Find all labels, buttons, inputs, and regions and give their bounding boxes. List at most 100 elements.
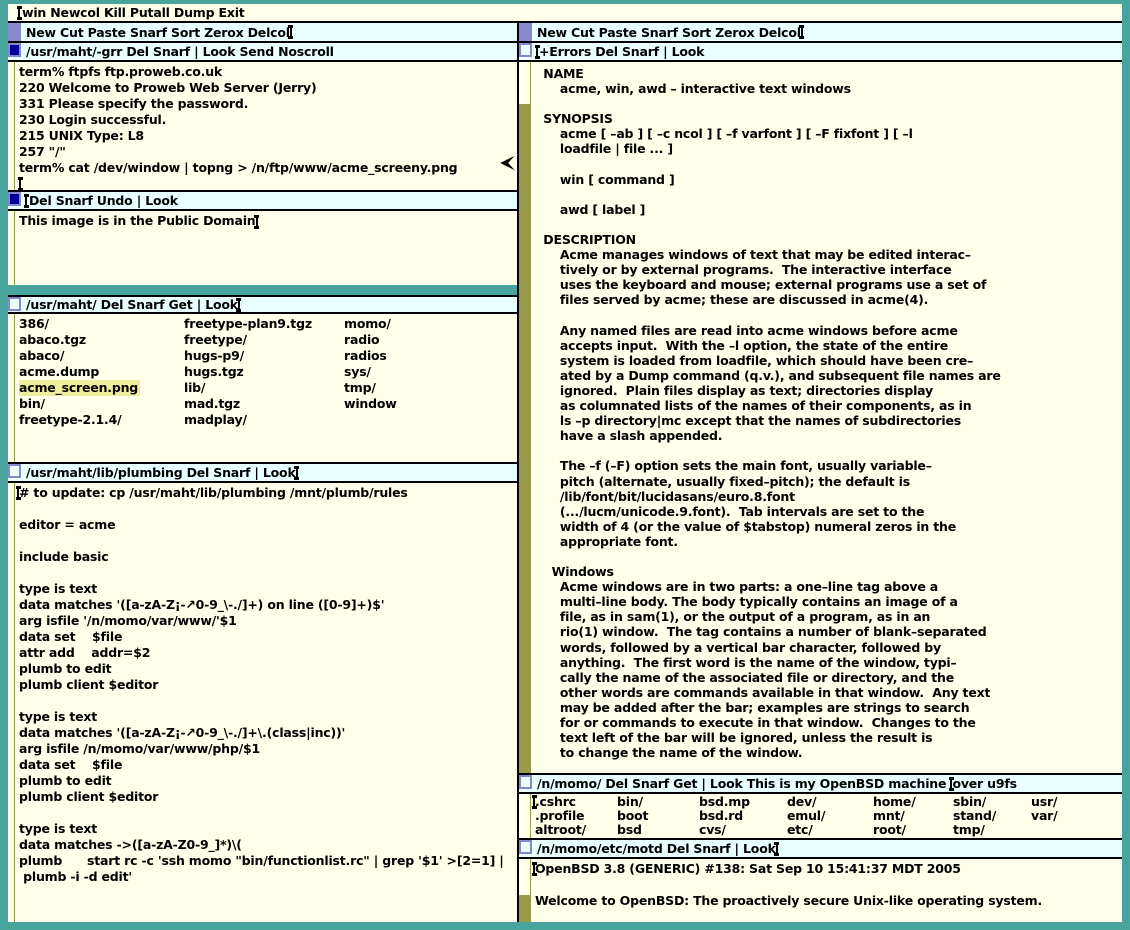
main-tag-commands[interactable]: win Newcol Kill Putall Dump Exit bbox=[22, 5, 245, 20]
file-entry[interactable]: boot bbox=[617, 809, 699, 823]
text-caret bbox=[533, 863, 535, 875]
left-column: New Cut Paste Snarf Sort Zerox Delcol /u… bbox=[8, 23, 517, 922]
text-caret bbox=[256, 216, 258, 228]
file-entry[interactable]: bsd bbox=[617, 823, 699, 837]
file-entry[interactable]: window bbox=[344, 396, 397, 412]
motd-text[interactable]: OpenBSD 3.8 (GENERIC) #138: Sat Sep 10 1… bbox=[531, 859, 1122, 922]
scrollbar[interactable] bbox=[8, 483, 15, 922]
main-tag[interactable]: win Newcol Kill Putall Dump Exit bbox=[8, 4, 1122, 23]
window-body-motd[interactable]: OpenBSD 3.8 (GENERIC) #138: Sat Sep 10 1… bbox=[519, 859, 1122, 922]
file-entry[interactable]: bsd.mp bbox=[699, 795, 787, 809]
file-entry[interactable]: 386/ bbox=[19, 316, 184, 332]
file-entry[interactable]: mad.tgz bbox=[184, 396, 344, 412]
file-entry[interactable]: bsd.rd bbox=[699, 809, 787, 823]
text-caret bbox=[776, 843, 778, 855]
file-entry[interactable]: hugs.tgz bbox=[184, 364, 344, 380]
clean-indicator-button[interactable] bbox=[519, 775, 532, 789]
column-drag-button[interactable] bbox=[8, 23, 21, 41]
window-tag-momo-dir[interactable]: /n/momo/ Del Snarf Get | Look This is my… bbox=[519, 775, 1122, 794]
dirty-indicator-button[interactable] bbox=[8, 43, 21, 57]
window-tag-text[interactable]: /n/momo/etc/motd Del Snarf | Look bbox=[537, 841, 776, 856]
file-entry[interactable]: altroot/ bbox=[535, 823, 617, 837]
file-entry[interactable]: radio bbox=[344, 332, 397, 348]
file-entry[interactable]: dev/ bbox=[787, 795, 873, 809]
file-entry[interactable]: momo/ bbox=[344, 316, 397, 332]
plumbing-rules-text[interactable]: # to update: cp /usr/maht/lib/plumbing /… bbox=[15, 483, 517, 922]
window-tag-text[interactable]: /usr/maht/ Del Snarf Get | Look bbox=[26, 297, 238, 312]
file-entry[interactable]: abaco.tgz bbox=[19, 332, 184, 348]
clean-indicator-button[interactable] bbox=[519, 840, 532, 854]
window-tag-text[interactable]: over u9fs bbox=[952, 776, 1016, 791]
scrollbar[interactable] bbox=[519, 794, 531, 838]
window-tag-terminal[interactable]: /usr/maht/-grr Del Snarf | Look Send Nos… bbox=[8, 43, 517, 62]
file-entry[interactable]: bin/ bbox=[617, 795, 699, 809]
clean-indicator-button[interactable] bbox=[8, 464, 21, 478]
column-tag-commands[interactable]: New Cut Paste Snarf Sort Zerox Delcol bbox=[537, 25, 801, 40]
file-entry[interactable]: usr/ bbox=[1031, 795, 1058, 809]
window-tag-plumbing[interactable]: /usr/maht/lib/plumbing Del Snarf | Look bbox=[8, 464, 517, 483]
file-entry[interactable]: sbin/ bbox=[953, 795, 1031, 809]
window-tag-errors[interactable]: +Errors Del Snarf | Look bbox=[519, 43, 1122, 62]
column-tag-commands[interactable]: New Cut Paste Snarf Sort Zerox Delcol bbox=[26, 25, 290, 40]
file-entry[interactable]: root/ bbox=[873, 823, 953, 837]
file-entry[interactable]: cvs/ bbox=[699, 823, 787, 837]
window-body-momo-dir[interactable]: .cshrc.profilealtroot/ bin/bootbsd bsd.m… bbox=[519, 794, 1122, 840]
file-entry[interactable]: emul/ bbox=[787, 809, 873, 823]
window-body-errors[interactable]: NAME acme, win, awd – interactive text w… bbox=[519, 62, 1122, 775]
text-caret bbox=[536, 46, 538, 58]
window-tag-text[interactable]: /usr/maht/lib/plumbing Del Snarf | Look bbox=[26, 465, 296, 480]
file-entry[interactable]: freetype-plan9.tgz bbox=[184, 316, 344, 332]
file-entry[interactable]: tmp/ bbox=[953, 823, 1031, 837]
file-entry[interactable]: acme_screen.png bbox=[19, 380, 140, 396]
window-tag-home-dir[interactable]: /usr/maht/ Del Snarf Get | Look bbox=[8, 295, 517, 314]
scrollbar[interactable] bbox=[8, 62, 15, 190]
right-column-tag[interactable]: New Cut Paste Snarf Sort Zerox Delcol bbox=[519, 23, 1122, 43]
file-entry[interactable]: abaco/ bbox=[19, 348, 184, 364]
left-column-tag[interactable]: New Cut Paste Snarf Sort Zerox Delcol bbox=[8, 23, 517, 43]
file-entry[interactable]: stand/ bbox=[953, 809, 1031, 823]
file-entry[interactable]: etc/ bbox=[787, 823, 873, 837]
column-drag-button[interactable] bbox=[519, 23, 532, 41]
text-caret bbox=[19, 178, 21, 190]
file-entry[interactable]: home/ bbox=[873, 795, 953, 809]
window-body-plumbing[interactable]: # to update: cp /usr/maht/lib/plumbing /… bbox=[8, 483, 517, 922]
file-entry[interactable]: mnt/ bbox=[873, 809, 953, 823]
man-page-text[interactable]: NAME acme, win, awd – interactive text w… bbox=[531, 62, 1122, 773]
clean-indicator-button[interactable] bbox=[8, 297, 21, 311]
file-entry[interactable]: .cshrc bbox=[535, 795, 617, 809]
scrollbar[interactable] bbox=[519, 62, 531, 773]
clean-indicator-button[interactable] bbox=[519, 43, 532, 57]
file-entry[interactable]: .profile bbox=[535, 809, 617, 823]
window-tag-note[interactable]: Del Snarf Undo | Look bbox=[8, 192, 517, 211]
scrollbar[interactable] bbox=[8, 314, 15, 462]
scrollbar[interactable] bbox=[519, 859, 531, 922]
window-body-terminal[interactable]: term% ftpfs ftp.proweb.co.uk 220 Welcome… bbox=[8, 62, 517, 192]
file-entry[interactable]: var/ bbox=[1031, 809, 1058, 823]
note-text[interactable]: This image is in the Public Domain bbox=[19, 213, 256, 228]
file-entry[interactable]: sys/ bbox=[344, 364, 397, 380]
text-caret bbox=[17, 487, 19, 499]
window-tag-text[interactable]: Del Snarf Undo | Look bbox=[29, 193, 178, 208]
window-tag-motd[interactable]: /n/momo/etc/motd Del Snarf | Look bbox=[519, 840, 1122, 859]
scrollbar-thumb[interactable] bbox=[519, 859, 530, 895]
file-entry[interactable]: freetype/ bbox=[184, 332, 344, 348]
window-tag-text[interactable]: +Errors Del Snarf | Look bbox=[539, 44, 704, 59]
window-tag-text[interactable]: /usr/maht/-grr Del Snarf | Look Send Nos… bbox=[26, 44, 334, 59]
file-entry[interactable]: madplay/ bbox=[184, 412, 344, 428]
dirty-indicator-button[interactable] bbox=[8, 192, 21, 206]
listing-column: usr/var/ bbox=[1031, 795, 1058, 838]
terminal-output[interactable]: term% ftpfs ftp.proweb.co.uk 220 Welcome… bbox=[15, 62, 517, 190]
window-body-home-dir[interactable]: 386/abaco.tgzabaco/acme.dumpacme_screen.… bbox=[8, 314, 517, 464]
file-entry[interactable]: bin/ bbox=[19, 396, 184, 412]
file-entry[interactable]: tmp/ bbox=[344, 380, 397, 396]
file-entry[interactable]: freetype-2.1.4/ bbox=[19, 412, 184, 428]
file-entry[interactable]: acme.dump bbox=[19, 364, 184, 380]
file-entry[interactable]: lib/ bbox=[184, 380, 344, 396]
scrollbar[interactable] bbox=[8, 211, 15, 285]
directory-listing: 386/abaco.tgzabaco/acme.dumpacme_screen.… bbox=[15, 314, 517, 462]
file-entry[interactable]: hugs-p9/ bbox=[184, 348, 344, 364]
window-body-note[interactable]: This image is in the Public Domain bbox=[8, 211, 517, 285]
file-entry[interactable]: radios bbox=[344, 348, 397, 364]
scrollbar-thumb[interactable] bbox=[519, 62, 530, 104]
window-tag-text[interactable]: /n/momo/ Del Snarf Get | Look This is my… bbox=[537, 776, 950, 791]
